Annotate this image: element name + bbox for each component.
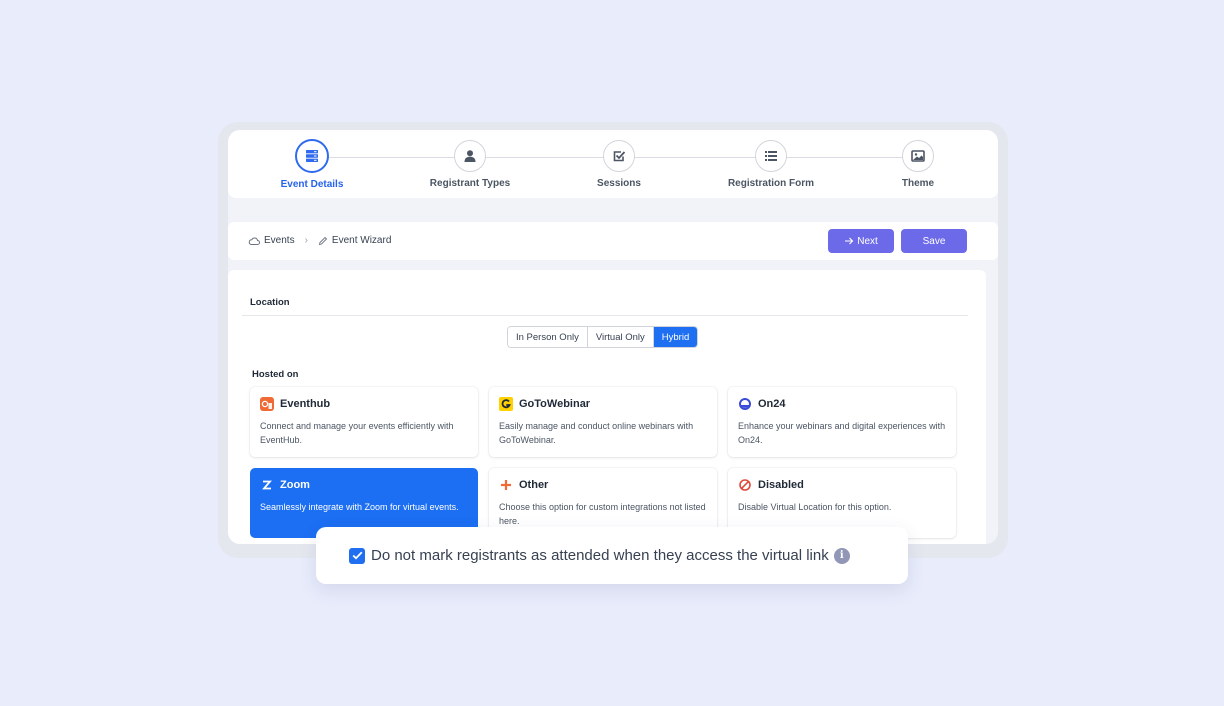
- wizard-stepper: Event Details Registrant Types Sessions …: [228, 130, 998, 198]
- step-registrant-types[interactable]: Registrant Types: [395, 140, 545, 189]
- next-button[interactable]: Next: [828, 229, 894, 253]
- step-theme[interactable]: Theme: [843, 140, 993, 189]
- option-in-person-only[interactable]: In Person Only: [508, 327, 588, 347]
- step-sessions[interactable]: Sessions: [544, 140, 694, 189]
- eventhub-logo-icon: [260, 397, 274, 411]
- location-panel: Location In Person Only Virtual Only Hyb…: [228, 270, 986, 544]
- server-icon: [306, 150, 318, 162]
- provider-card-on24[interactable]: On24 Enhance your webinars and digital e…: [728, 387, 956, 457]
- provider-description: Easily manage and conduct online webinar…: [499, 421, 694, 445]
- chevron-right-icon: ›: [304, 235, 308, 246]
- provider-description: Enhance your webinars and digital experi…: [738, 421, 946, 445]
- location-type-toggle: In Person Only Virtual Only Hybrid: [507, 326, 699, 348]
- zoom-logo-icon: [262, 480, 272, 490]
- step-circle: [755, 140, 787, 172]
- step-circle: [902, 140, 934, 172]
- provider-description: Seamlessly integrate with Zoom for virtu…: [260, 502, 459, 512]
- step-label: Theme: [901, 178, 935, 189]
- checkmark-icon: [352, 551, 362, 560]
- app-content: Event Details Registrant Types Sessions …: [228, 130, 998, 544]
- image-icon: [911, 150, 925, 162]
- provider-description: Connect and manage your events efficient…: [260, 421, 454, 445]
- provider-card-gotowebinar[interactable]: GoToWebinar Easily manage and conduct on…: [489, 387, 717, 457]
- attendance-checkbox[interactable]: [349, 547, 365, 564]
- app-window: Event Details Registrant Types Sessions …: [218, 122, 1008, 558]
- step-event-details[interactable]: Event Details: [237, 139, 387, 190]
- step-registration-form[interactable]: Registration Form: [696, 140, 846, 189]
- step-circle: [295, 139, 329, 173]
- ban-icon: [739, 479, 751, 491]
- save-button[interactable]: Save: [901, 229, 967, 253]
- location-title: Location: [250, 297, 290, 308]
- attendance-option-bar: Do not mark registrants as attended when…: [316, 527, 908, 584]
- provider-name: Zoom: [280, 479, 310, 491]
- step-label: Event Details: [280, 179, 344, 190]
- provider-name: Other: [519, 479, 549, 491]
- list-icon: [765, 151, 777, 161]
- on24-logo-icon: [739, 398, 751, 410]
- provider-description: Choose this option for custom integratio…: [499, 502, 706, 526]
- cloud-icon: [248, 237, 260, 245]
- breadcrumb: Events › Event Wizard: [248, 235, 391, 246]
- arrow-right-icon: [845, 237, 854, 245]
- user-icon: [464, 150, 476, 162]
- step-circle: [603, 140, 635, 172]
- step-label: Registrant Types: [429, 178, 511, 189]
- pencil-icon: [318, 236, 328, 245]
- attendance-option-label: Do not mark registrants as attended when…: [371, 547, 829, 564]
- gotowebinar-logo-icon: [499, 397, 513, 411]
- provider-name: GoToWebinar: [519, 398, 591, 410]
- toolbar: Events › Event Wizard Next Save: [228, 222, 998, 260]
- breadcrumb-events-link[interactable]: Events: [264, 235, 295, 246]
- option-hybrid[interactable]: Hybrid: [653, 327, 698, 347]
- provider-name: Disabled: [758, 479, 804, 491]
- provider-name: Eventhub: [280, 398, 331, 410]
- divider: [242, 315, 968, 316]
- step-label: Sessions: [597, 178, 641, 189]
- provider-card-eventhub[interactable]: Eventhub Connect and manage your events …: [250, 387, 478, 457]
- option-virtual-only[interactable]: Virtual Only: [587, 327, 654, 347]
- step-label: Registration Form: [727, 178, 815, 189]
- step-circle: [454, 140, 486, 172]
- hosted-on-title: Hosted on: [252, 369, 299, 380]
- plus-icon: [501, 480, 511, 490]
- provider-name: On24: [758, 398, 786, 410]
- info-icon[interactable]: i: [833, 547, 850, 564]
- next-button-label: Next: [857, 235, 878, 247]
- breadcrumb-current: Event Wizard: [331, 235, 392, 246]
- check-square-icon: [613, 151, 626, 162]
- provider-description: Disable Virtual Location for this option…: [738, 502, 892, 512]
